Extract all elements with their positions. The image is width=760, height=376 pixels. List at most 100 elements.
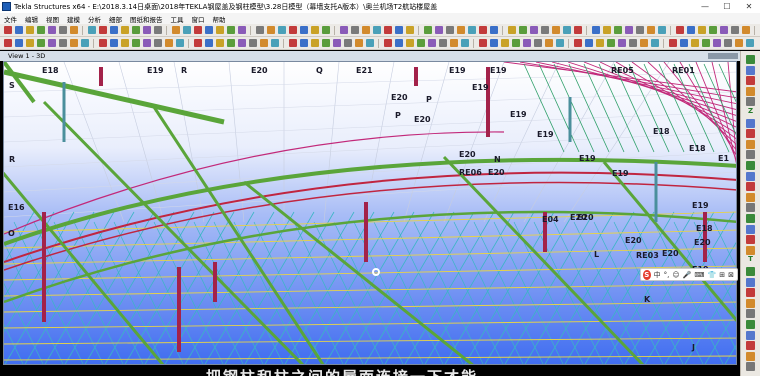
toolbar-tool-icon[interactable]	[595, 39, 604, 47]
toolbar-tool-icon[interactable]	[14, 26, 23, 34]
toolbar-tool-icon[interactable]	[98, 26, 107, 34]
toolbar-tool-icon[interactable]	[628, 39, 637, 47]
zoom-z-icon[interactable]: Z	[746, 107, 755, 116]
close-button[interactable]: ✕	[738, 2, 760, 11]
menu-window[interactable]: 窗口	[188, 14, 209, 24]
toolbar-tool-icon[interactable]	[237, 39, 246, 47]
toolbar-tool-icon[interactable]	[153, 26, 162, 34]
toolbar-tool-icon[interactable]	[708, 26, 717, 34]
toolbar-tool-icon[interactable]	[270, 39, 279, 47]
toolbar-tool-icon[interactable]	[226, 39, 235, 47]
toolbar-tool-icon[interactable]	[266, 26, 275, 34]
side-tool-icon[interactable]	[746, 351, 755, 361]
toolbar-tool-icon[interactable]	[361, 26, 370, 34]
toolbar-tool-icon[interactable]	[394, 26, 403, 34]
toolbar-tool-icon[interactable]	[248, 39, 257, 47]
toolbar-tool-icon[interactable]	[383, 39, 392, 47]
side-tool-icon[interactable]	[746, 298, 755, 308]
model-3d-scene[interactable]: E18 E19 R E20 Q E21 E19 E19 RE05 RE01S E19E20 PP E20…	[4, 62, 737, 365]
ime-keyboard-icon[interactable]: ⌨	[694, 271, 704, 279]
toolbar-tool-icon[interactable]	[533, 39, 542, 47]
toolbar-tool-icon[interactable]	[573, 26, 582, 34]
toolbar-tool-icon[interactable]	[142, 39, 151, 47]
toolbar-tool-icon[interactable]	[617, 39, 626, 47]
toolbar-tool-icon[interactable]	[460, 39, 469, 47]
toolbar-tool-icon[interactable]	[562, 26, 571, 34]
toolbar-tool-icon[interactable]	[511, 39, 520, 47]
side-tool-icon[interactable]	[746, 171, 755, 181]
toolbar-tool-icon[interactable]	[529, 26, 538, 34]
toolbar-tool-icon[interactable]	[131, 39, 140, 47]
toolbar-tool-icon[interactable]	[14, 39, 23, 47]
toolbar-tool-icon[interactable]	[372, 26, 381, 34]
toolbar-tool-icon[interactable]	[712, 39, 721, 47]
toolbar-tool-icon[interactable]	[445, 26, 454, 34]
toolbar-tool-icon[interactable]	[354, 39, 363, 47]
ime-mode-label[interactable]: 中	[654, 270, 661, 280]
toolbar-tool-icon[interactable]	[153, 39, 162, 47]
side-tool-icon[interactable]	[746, 245, 755, 255]
menu-edit[interactable]: 编辑	[21, 14, 42, 24]
side-tool-icon[interactable]	[746, 224, 755, 234]
view-window-controls[interactable]	[708, 53, 738, 59]
toolbar-tool-icon[interactable]	[109, 39, 118, 47]
toolbar-tool-icon[interactable]	[142, 26, 151, 34]
toolbar-tool-icon[interactable]	[697, 26, 706, 34]
toolbar-tool-icon[interactable]	[98, 39, 107, 47]
toolbar-tool-icon[interactable]	[47, 39, 56, 47]
side-tool-icon[interactable]	[746, 150, 755, 160]
toolbar-tool-icon[interactable]	[69, 39, 78, 47]
ime-punctuation-icon[interactable]: °,	[664, 271, 670, 279]
text-t-icon[interactable]: T	[746, 255, 755, 264]
menu-detailing[interactable]: 细部	[105, 14, 126, 24]
toolbar-tool-icon[interactable]	[679, 39, 688, 47]
toolbar-tool-icon[interactable]	[507, 26, 516, 34]
toolbar-tool-icon[interactable]	[489, 39, 498, 47]
toolbar-tool-icon[interactable]	[427, 39, 436, 47]
side-tool-icon[interactable]	[746, 267, 755, 276]
toolbar-tool-icon[interactable]	[204, 39, 213, 47]
side-tool-icon[interactable]	[746, 362, 755, 372]
toolbar-tool-icon[interactable]	[675, 26, 684, 34]
toolbar-tool-icon[interactable]	[394, 39, 403, 47]
toolbar-tool-icon[interactable]	[3, 26, 12, 34]
side-tool-icon[interactable]	[746, 330, 755, 340]
toolbar-tool-icon[interactable]	[745, 39, 754, 47]
toolbar-tool-icon[interactable]	[47, 26, 56, 34]
side-tool-icon[interactable]	[746, 76, 755, 86]
sogou-ime-icon[interactable]: S	[643, 269, 651, 280]
toolbar-tool-icon[interactable]	[321, 26, 330, 34]
toolbar-tool-icon[interactable]	[657, 26, 666, 34]
toolbar-tool-icon[interactable]	[489, 26, 498, 34]
toolbar-tool-icon[interactable]	[478, 39, 487, 47]
ime-skin-icon[interactable]: 👕	[708, 271, 717, 279]
toolbar-tool-icon[interactable]	[646, 26, 655, 34]
toolbar-tool-icon[interactable]	[522, 39, 531, 47]
minimize-button[interactable]: —	[694, 2, 716, 11]
toolbar-tool-icon[interactable]	[87, 26, 96, 34]
toolbar-tool-icon[interactable]	[606, 39, 615, 47]
toolbar-tool-icon[interactable]	[701, 39, 710, 47]
model-viewport[interactable]: E18 E19 R E20 Q E21 E19 E19 RE05 RE01 S E19 E20 P P E20…	[3, 61, 737, 365]
side-tool-icon[interactable]	[746, 118, 755, 128]
toolbar-tool-icon[interactable]	[120, 26, 129, 34]
toolbar-tool-icon[interactable]	[734, 39, 743, 47]
toolbar-tool-icon[interactable]	[350, 26, 359, 34]
ime-toolbox-icon[interactable]: ⊞	[719, 271, 725, 279]
menu-file[interactable]: 文件	[0, 14, 21, 24]
toolbar-tool-icon[interactable]	[299, 26, 308, 34]
toolbar-tool-icon[interactable]	[723, 39, 732, 47]
toolbar-tool-icon[interactable]	[416, 39, 425, 47]
toolbar-tool-icon[interactable]	[551, 26, 560, 34]
side-tool-icon[interactable]	[746, 277, 755, 287]
toolbar-tool-icon[interactable]	[259, 39, 268, 47]
toolbar-tool-icon[interactable]	[690, 39, 699, 47]
toolbar-tool-icon[interactable]	[215, 26, 224, 34]
toolbar-tool-icon[interactable]	[310, 39, 319, 47]
toolbar-tool-icon[interactable]	[456, 26, 465, 34]
toolbar-tool-icon[interactable]	[321, 39, 330, 47]
toolbar-tool-icon[interactable]	[182, 26, 191, 34]
ime-toolbar[interactable]: S 中 °, ☺ 🎤 ⌨ 👕 ⊞ ⊠	[640, 268, 738, 281]
toolbar-tool-icon[interactable]	[500, 39, 509, 47]
toolbar-tool-icon[interactable]	[69, 26, 78, 34]
